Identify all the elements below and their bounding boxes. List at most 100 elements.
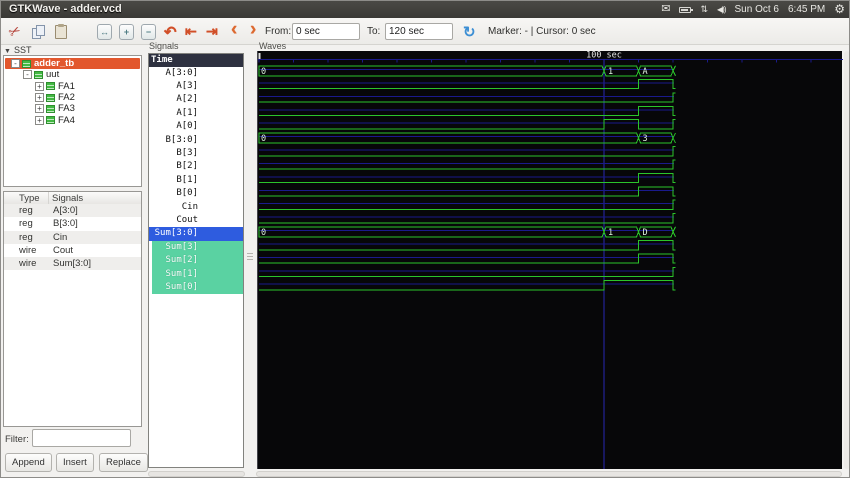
tree-item-uut[interactable]: - uut <box>5 69 140 80</box>
table-row[interactable]: wireSum[3:0] <box>4 257 141 270</box>
filter-input[interactable] <box>32 429 131 447</box>
sst-tree: -adder_tb-uut+FA1+FA2+FA3+FA4 <box>3 55 142 187</box>
svg-text:100 sec: 100 sec <box>586 51 622 61</box>
signal-name-row[interactable]: B[1] <box>149 174 243 187</box>
zoom-out-button[interactable]: − <box>141 24 156 40</box>
time-column-header[interactable]: Time <box>149 54 243 67</box>
wave-canvas[interactable]: 100 sec01A0301D <box>257 51 842 469</box>
fetch-right-icon[interactable]: › <box>250 16 256 43</box>
cut-traces-icon[interactable]: ✂ <box>3 17 26 46</box>
sst-label: SST <box>14 45 32 55</box>
signal-name-row[interactable]: B[3:0] <box>149 134 243 147</box>
tree-item-label: FA1 <box>58 81 75 92</box>
module-icon <box>46 94 55 102</box>
table-row[interactable]: regA[3:0] <box>4 204 141 217</box>
insert-button[interactable]: Insert <box>56 453 94 472</box>
tree-expander-icon[interactable]: + <box>35 82 44 91</box>
svg-text:0: 0 <box>261 134 266 144</box>
tree-expander-icon[interactable]: + <box>35 93 44 102</box>
signal-name-row[interactable]: Cin <box>149 201 243 214</box>
signal-name-row[interactable]: Sum[3] <box>152 241 243 254</box>
tree-item-FA1[interactable]: + FA1 <box>5 81 140 92</box>
window-title: GTKWave - adder.vcd <box>9 3 122 15</box>
table-row[interactable]: regB[3:0] <box>4 217 141 230</box>
fetch-left-icon[interactable]: ‹ <box>231 16 237 43</box>
svg-text:0: 0 <box>261 228 266 238</box>
svg-text:A: A <box>643 67 648 77</box>
volume-icon[interactable]: ◀)) <box>717 4 725 15</box>
titlebar: GTKWave - adder.vcd ✉ ⇅ ◀)) Sun Oct 6 6:… <box>1 1 850 18</box>
signal-table-body: regA[3:0]regB[3:0]regCinwireCoutwireSum[… <box>3 204 142 427</box>
cell-type: reg <box>4 218 49 229</box>
signal-name-row[interactable]: A[0] <box>149 120 243 133</box>
copy-traces-icon[interactable] <box>32 18 46 45</box>
gear-icon[interactable]: ⚙ <box>834 4 845 15</box>
module-icon <box>46 116 55 124</box>
wave-horizontal-scrollbar[interactable] <box>256 471 842 477</box>
signal-name-row[interactable]: B[3] <box>149 147 243 160</box>
module-icon <box>46 105 55 113</box>
table-row[interactable]: wireCout <box>4 244 141 257</box>
tree-item-label: FA3 <box>58 103 75 114</box>
to-input[interactable] <box>385 23 453 40</box>
wave-vertical-scrollbar[interactable] <box>844 51 850 469</box>
tree-expander-icon[interactable]: + <box>35 116 44 125</box>
signal-name-row[interactable]: A[2] <box>149 93 243 106</box>
tree-item-adder_tb[interactable]: -adder_tb <box>5 58 140 69</box>
tray-date[interactable]: Sun Oct 6 <box>735 4 779 15</box>
cell-signal: Sum[3:0] <box>49 258 91 269</box>
shift-to-start-icon[interactable]: ⇤ <box>185 18 197 45</box>
tray-time[interactable]: 6:45 PM <box>788 4 825 15</box>
network-updown-icon[interactable]: ⇅ <box>700 4 708 15</box>
column-type[interactable]: Type <box>4 192 49 204</box>
wave-canvas-svg: 100 sec01A0301D <box>258 51 843 469</box>
table-row[interactable]: regCin <box>4 231 141 244</box>
column-signals[interactable]: Signals <box>49 192 83 204</box>
signal-name-row[interactable]: Sum[0] <box>152 281 243 294</box>
tree-item-FA3[interactable]: + FA3 <box>5 103 140 114</box>
svg-text:D: D <box>643 228 648 238</box>
zoom-fit-button[interactable]: ↔ <box>97 24 112 40</box>
from-input[interactable] <box>292 23 360 40</box>
signal-name-row[interactable]: Sum[2] <box>152 254 243 267</box>
shift-to-end-icon[interactable]: ⇥ <box>206 18 218 45</box>
battery-icon[interactable] <box>679 7 691 13</box>
waves-panel-label: Waves <box>259 41 286 51</box>
signal-name-row[interactable]: B[0] <box>149 187 243 200</box>
names-horizontal-scrollbar[interactable] <box>148 471 245 477</box>
toolbar: ✂ ↔ + − ↶ ⇤ ⇥ ‹ › From: To: ↻ Marker: - … <box>1 18 850 45</box>
to-label: To: <box>367 18 380 45</box>
signal-name-row[interactable]: Cout <box>149 214 243 227</box>
replace-button[interactable]: Replace <box>99 453 148 472</box>
signal-name-row[interactable]: A[3] <box>149 80 243 93</box>
tree-expander-icon[interactable]: + <box>35 104 44 113</box>
cell-type: reg <box>4 232 49 243</box>
signal-name-row[interactable]: A[1] <box>149 107 243 120</box>
svg-text:1: 1 <box>608 67 613 77</box>
tree-item-FA2[interactable]: + FA2 <box>5 92 140 103</box>
module-icon <box>22 60 31 68</box>
paste-traces-icon[interactable] <box>55 18 67 45</box>
marker-cursor-status: Marker: - | Cursor: 0 sec <box>488 18 596 45</box>
signal-name-row[interactable]: Sum[3:0] <box>149 227 243 240</box>
tree-expander-icon[interactable]: - <box>23 70 32 79</box>
cell-signal: B[3:0] <box>49 218 78 229</box>
tree-item-label: uut <box>46 69 59 80</box>
signal-name-row[interactable]: Sum[1] <box>152 268 243 281</box>
reload-icon[interactable]: ↻ <box>463 18 476 45</box>
pane-splitter-handle[interactable] <box>247 253 253 265</box>
tree-expander-icon[interactable]: - <box>11 59 20 68</box>
signal-name-row[interactable]: A[3:0] <box>149 67 243 80</box>
sst-section-header[interactable]: ▼SST <box>4 45 31 55</box>
cell-signal: Cout <box>49 245 73 256</box>
append-button[interactable]: Append <box>5 453 52 472</box>
tree-item-label: FA4 <box>58 115 75 126</box>
tree-item-label: FA2 <box>58 92 75 103</box>
zoom-in-button[interactable]: + <box>119 24 134 40</box>
svg-text:0: 0 <box>261 67 266 77</box>
filter-label: Filter: <box>5 434 29 445</box>
signal-name-row[interactable]: B[2] <box>149 160 243 173</box>
mail-icon[interactable]: ✉ <box>661 4 670 15</box>
tree-item-FA4[interactable]: + FA4 <box>5 114 140 125</box>
system-tray: ✉ ⇅ ◀)) Sun Oct 6 6:45 PM ⚙ <box>661 2 845 17</box>
